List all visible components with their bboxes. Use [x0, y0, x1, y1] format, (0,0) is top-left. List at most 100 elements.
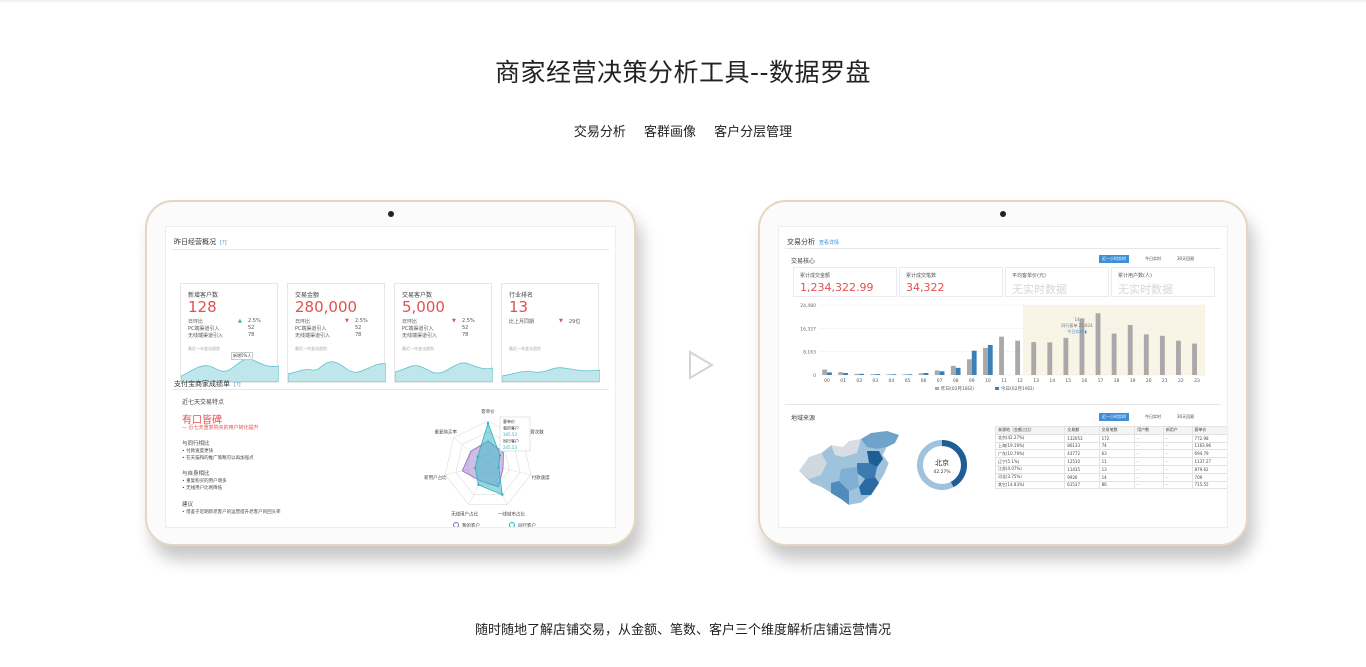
region-pill-30days[interactable]: 30天回顾 [1174, 413, 1197, 421]
table-cell: - [1162, 449, 1193, 459]
table-row[interactable]: 辽宁(5.1%) 12510 11- -1137.27 [994, 457, 1227, 466]
bar [875, 374, 881, 375]
bar [1047, 342, 1053, 375]
x-tick-label: 06 [921, 378, 927, 384]
next-arrow-icon[interactable] [688, 350, 714, 380]
kpi-value: 1,234,322.99 [800, 281, 874, 294]
x-tick-label: 14 [1049, 378, 1055, 384]
y-tick-label: 8,163 [803, 350, 816, 356]
table-cell: - [1134, 449, 1164, 459]
table-cell: 河北(3.75%) [994, 472, 1066, 482]
table-row[interactable]: 河北(3.75%) 9926 14- -709 [994, 472, 1227, 482]
overview-card[interactable]: 行业排名 13 比上月同期 ▼ 29位 最近一年变化趋势 [501, 283, 600, 383]
table-cell: 13 [1098, 464, 1136, 474]
trend-sparkline [395, 362, 493, 382]
metric-arrow-icon: ▼ [345, 318, 349, 324]
metric-value: 52 [462, 325, 469, 331]
table-cell: 709 [1191, 472, 1227, 482]
legend-label: 昨日(02月18日) [941, 385, 974, 392]
donut-pct: 42.27% [933, 469, 951, 475]
metric-value: 29位 [569, 319, 581, 325]
region-pill-last-hour[interactable]: 近一小时实时 [1099, 413, 1129, 421]
card-metric-row: 日环比 ▲ 2.5% [188, 318, 272, 325]
bar [859, 373, 865, 375]
overview-card[interactable]: 新增客户数 128 日环比 ▲ 2.5% PC端渠道引入 52 无线端渠道引入 78 最近一年变化… [180, 283, 279, 383]
card-metric-row: 无线端渠道引入 78 [295, 332, 379, 339]
kpi-card: 平均客单价(元) 无实时数据 [1005, 267, 1109, 297]
table-cell: 86 [1098, 480, 1136, 490]
tab-trade-analysis[interactable]: 交易分析 [574, 125, 626, 140]
x-tick-label: 21 [1162, 378, 1168, 384]
legend-label: 我的客户 [462, 522, 480, 528]
overview-card[interactable]: 交易客户数 5,000 日环比 ▼ 2.5% PC端渠道引入 52 无线端渠道引入 78 最近一年… [394, 283, 493, 383]
tablet-left: 昨日经营概况 [?] 新增客户数 128 日环比 ▲ 2.5% PC端渠道引入 52 无线端渠道… [145, 200, 636, 546]
table-cell: - [1134, 464, 1164, 474]
badge-note: — 近七天重复购买的用户转化提升 [182, 425, 259, 431]
legend-marker [935, 387, 939, 390]
table-row[interactable]: 上海(19.19%) 86133 74- -1163.96 [994, 441, 1227, 451]
pill-last-hour[interactable]: 近一小时实时 [1099, 255, 1129, 263]
metric-value: 52 [248, 325, 255, 331]
bar [955, 367, 961, 375]
x-tick-label: 18 [1114, 378, 1120, 384]
feature-tabs: 交易分析 客群画像 客户分层管理 [0, 121, 1366, 140]
metric-value: 2.5% [355, 318, 368, 324]
table-row[interactable]: 北京(42.27%) 132053 172- -772.98 [994, 433, 1227, 443]
y-tick-label: 16,327 [800, 326, 816, 332]
region-donut: 北京 42.27% [917, 440, 967, 490]
table-cell: - [1134, 472, 1164, 482]
card-metric-row: 无线端渠道引入 78 [402, 332, 486, 339]
sparkline-area [288, 361, 386, 382]
kpi-label: 累计用户数(人) [1118, 273, 1152, 279]
chart-tooltip-text: 14 [1074, 317, 1080, 322]
region-table: 来源地（金额占比） 交易额 交易笔数 用户数 新用户 客单价 北京(42.27%) 13205… [994, 426, 1227, 490]
radar-axis-label: 重复购买率 [435, 428, 458, 435]
donut-label: 北京 [935, 458, 949, 467]
bar [1015, 340, 1021, 375]
x-tick-label: 07 [937, 378, 943, 384]
metric-label: 无线端渠道引入 [188, 333, 224, 339]
overview-help-link[interactable]: [?] [220, 240, 227, 246]
table-cell: - [1162, 433, 1193, 443]
health-help-link[interactable]: [?] [234, 382, 241, 388]
legend-label: 同行客户 [518, 522, 536, 528]
x-tick-label: 23 [1194, 378, 1200, 384]
radar-point [498, 454, 502, 457]
pill-30days[interactable]: 30天回顾 [1174, 255, 1197, 263]
region-pill-today[interactable]: 今日实时 [1142, 413, 1164, 421]
camera-dot [387, 211, 394, 217]
overview-card[interactable]: 交易金额 280,000 日环比 ▼ 2.5% PC端渠道引入 52 无线端渠道引入 78 最近一… [287, 283, 386, 383]
table-cell: - [1162, 464, 1193, 474]
kpi-value: 34,322 [906, 281, 945, 294]
table-cell: 879.62 [1191, 464, 1227, 474]
bar [843, 372, 848, 375]
table-row[interactable]: 江苏(4.07%) 11435 13- -879.62 [994, 464, 1227, 474]
radar-axis-label: 一线城市占比 [498, 511, 525, 518]
table-row[interactable]: 其它(14.83%) 61537 86- -715.55 [994, 480, 1227, 490]
radar-tooltip-text: 客单价 [503, 418, 515, 424]
tab-customer-tiers[interactable]: 客户分层管理 [714, 125, 792, 140]
x-tick-label: 11 [1001, 378, 1007, 384]
bar [1063, 337, 1069, 375]
bar [999, 336, 1004, 375]
trade-analysis-title: 交易分析 查看详情 [787, 238, 840, 246]
kpi-label: 累计成交笔数 [906, 273, 937, 279]
tab-customer-portrait[interactable]: 客群画像 [644, 125, 696, 140]
pill-today[interactable]: 今日实时 [1142, 255, 1164, 263]
x-tick-label: 00 [824, 378, 830, 384]
radar-axis-label: 付款速度 [532, 474, 550, 481]
card-value: 280,000 [295, 298, 358, 316]
table-cell: 广东(10.79%) [994, 449, 1066, 459]
radar-axis-label: 客单价 [481, 408, 495, 415]
metric-label: 无线端渠道引入 [402, 333, 438, 339]
china-map [798, 430, 900, 506]
card-value: 13 [509, 298, 529, 316]
table-cell: 772.98 [1191, 433, 1227, 443]
metric-value: 78 [248, 332, 255, 338]
bar [966, 359, 972, 375]
table-row[interactable]: 广东(10.79%) 43772 63- -694.79 [994, 449, 1227, 459]
table-cell: - [1134, 433, 1164, 443]
bar [907, 374, 913, 375]
view-details-link[interactable]: 查看详情 [819, 240, 839, 246]
bar [1127, 324, 1133, 375]
